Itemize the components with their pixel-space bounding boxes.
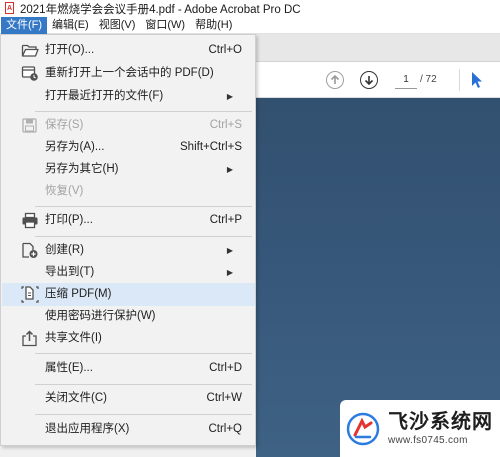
- menu-item-save-as[interactable]: 另存为(A)... Shift+Ctrl+S: [2, 136, 255, 159]
- submenu-arrow-icon: ▶: [226, 92, 233, 101]
- menu-separator: [35, 206, 252, 207]
- watermark-name: 飞沙系统网: [388, 410, 493, 433]
- save-icon: [21, 117, 39, 134]
- acrobat-pdf-icon: A: [4, 2, 16, 15]
- menu-item-properties[interactable]: 属性(E)... Ctrl+D: [2, 357, 255, 380]
- menu-separator: [35, 353, 252, 354]
- create-pdf-icon: [21, 242, 39, 259]
- folder-open-icon: [21, 42, 39, 59]
- reopen-session-icon: [21, 65, 39, 82]
- menu-item-export-to[interactable]: 导出到(T) ▶: [2, 261, 255, 284]
- menu-item-exit[interactable]: 退出应用程序(X) Ctrl+Q: [2, 418, 255, 441]
- menu-separator: [35, 384, 252, 385]
- menu-item-open[interactable]: 打开(O)... Ctrl+O: [2, 39, 255, 62]
- menu-file[interactable]: 文件(F): [1, 16, 48, 34]
- select-cursor-icon[interactable]: [470, 71, 484, 89]
- menu-window[interactable]: 窗口(W): [140, 17, 190, 34]
- tab-strip: [256, 34, 500, 62]
- site-watermark: 飞沙系统网 www.fs0745.com: [340, 400, 500, 457]
- submenu-arrow-icon: ▶: [226, 268, 233, 277]
- page-toolbar: 1 / 72: [256, 62, 500, 98]
- menu-item-save-as-other[interactable]: 另存为其它(H) ▶: [2, 158, 255, 181]
- submenu-arrow-icon: ▶: [226, 246, 233, 255]
- previous-page-icon[interactable]: [326, 71, 344, 89]
- submenu-arrow-icon: ▶: [226, 165, 233, 174]
- printer-icon: [21, 212, 39, 229]
- menu-separator: [35, 111, 252, 112]
- menu-help[interactable]: 帮助(H): [190, 17, 237, 34]
- title-bar: A 2021年燃烧学会会议手册4.pdf - Adobe Acrobat Pro…: [0, 0, 500, 17]
- watermark-url: www.fs0745.com: [388, 434, 468, 446]
- menu-bar: 文件(F) 编辑(E) 视图(V) 窗口(W) 帮助(H): [0, 16, 500, 34]
- page-number-input[interactable]: 1: [395, 71, 417, 89]
- menu-item-reopen-session[interactable]: 重新打开上一个会话中的 PDF(D): [2, 62, 255, 85]
- share-icon: [21, 330, 39, 347]
- menu-edit[interactable]: 编辑(E): [47, 17, 94, 34]
- menu-item-create[interactable]: 创建(R) ▶: [2, 239, 255, 262]
- file-menu-dropdown: 打开(O)... Ctrl+O 重新打开上一个会话中的 PDF(D) 打开最近打…: [0, 34, 256, 446]
- window-title: 2021年燃烧学会会议手册4.pdf - Adobe Acrobat Pro D…: [20, 3, 301, 16]
- toolbar-divider: [459, 69, 460, 91]
- menu-separator: [35, 414, 252, 415]
- menu-item-close-file[interactable]: 关闭文件(C) Ctrl+W: [2, 387, 255, 410]
- next-page-icon[interactable]: [360, 71, 378, 89]
- menu-item-print[interactable]: 打印(P)... Ctrl+P: [2, 209, 255, 232]
- page-total: / 72: [420, 74, 437, 85]
- menu-item-revert[interactable]: 恢复(V): [2, 180, 255, 203]
- menu-item-compress-pdf[interactable]: 压缩 PDF(M): [2, 283, 255, 306]
- compress-pdf-icon: [21, 286, 39, 303]
- watermark-logo-icon: [346, 412, 380, 446]
- menu-view[interactable]: 视图(V): [94, 17, 141, 34]
- menu-item-share-file[interactable]: 共享文件(I): [2, 327, 255, 350]
- menu-separator: [35, 236, 252, 237]
- menu-item-password-protect[interactable]: 使用密码进行保护(W): [2, 305, 255, 328]
- menu-item-save[interactable]: 保存(S) Ctrl+S: [2, 114, 255, 137]
- menu-item-recent-files[interactable]: 打开最近打开的文件(F) ▶: [2, 85, 255, 108]
